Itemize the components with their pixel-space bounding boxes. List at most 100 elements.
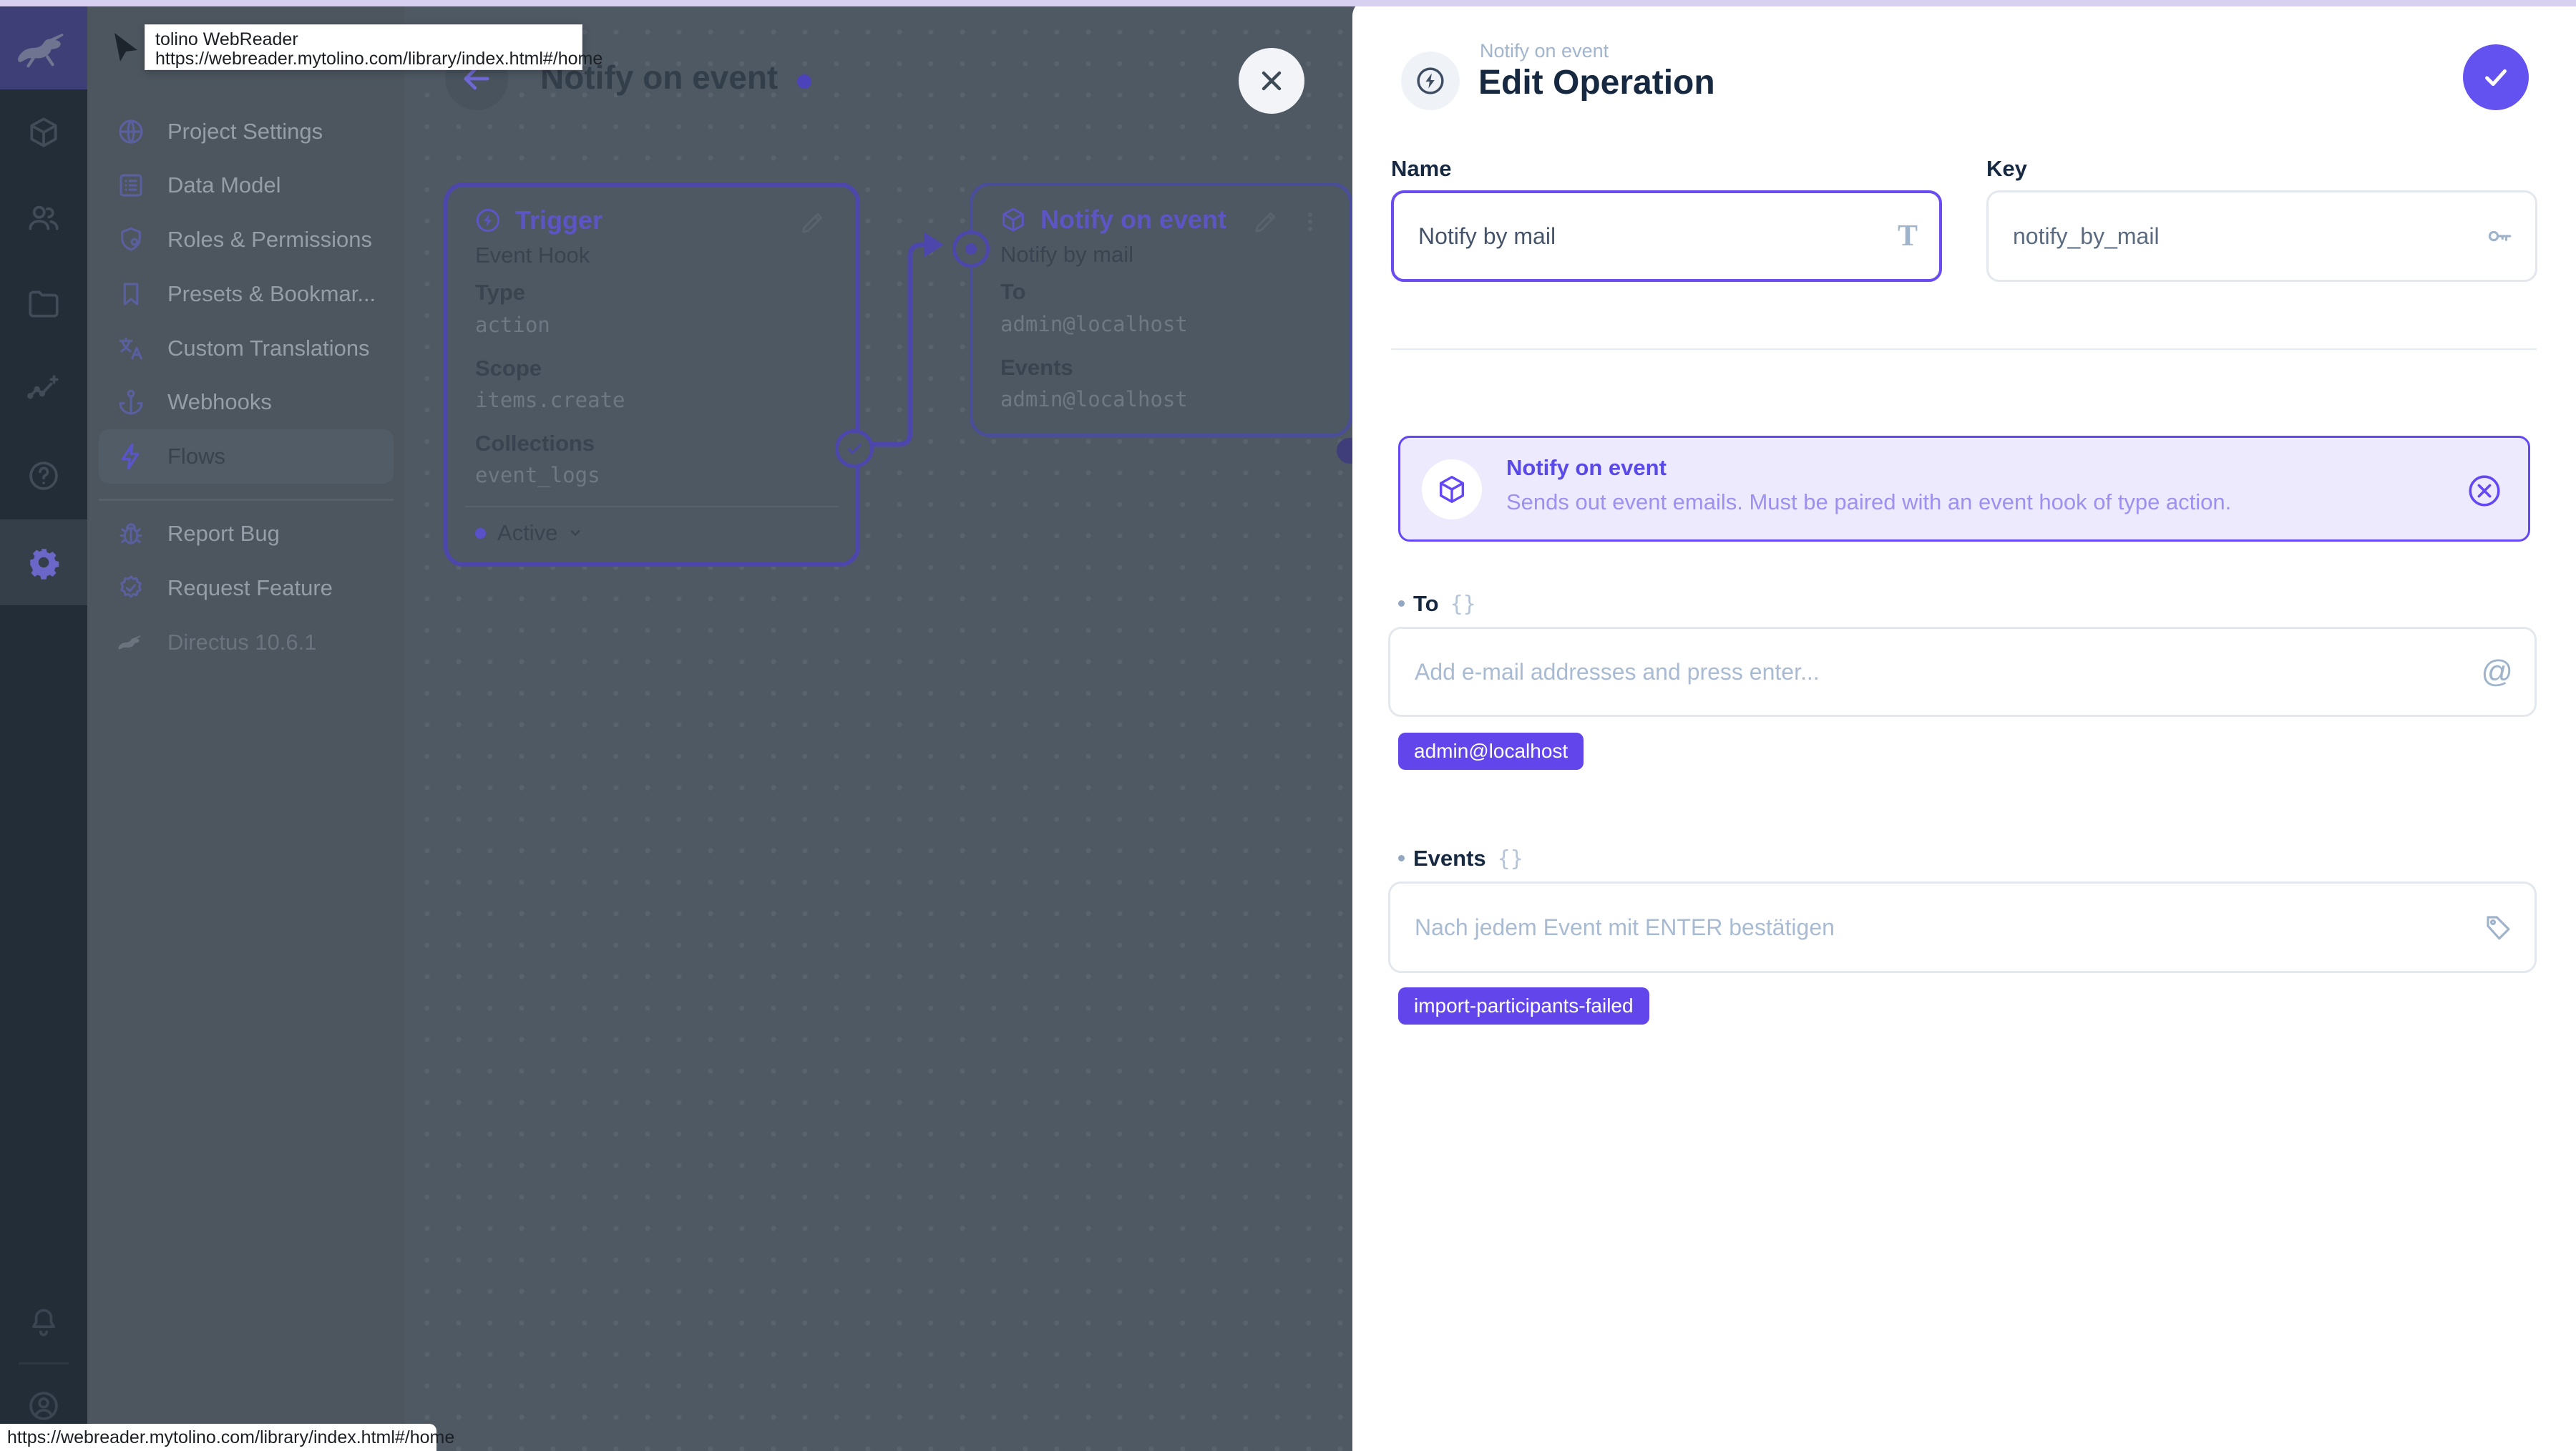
module-files[interactable] — [0, 261, 87, 347]
chevron-down-icon — [571, 530, 580, 537]
operation-type-panel[interactable]: Notify on event Sends out event emails. … — [1398, 436, 2530, 542]
check-icon — [2485, 69, 2507, 87]
to-field-label: To — [1413, 591, 1439, 616]
edit-operation-pencil-icon[interactable] — [1252, 207, 1280, 236]
field-label: Collections — [475, 431, 595, 456]
email-chip[interactable]: admin@localhost — [1398, 733, 1584, 770]
nav-item-roles-permissions[interactable]: Roles & Permissions — [87, 212, 404, 267]
nav-item-project-settings[interactable]: Project Settings — [87, 104, 404, 159]
field-label: Events — [1000, 355, 1073, 380]
nav-item-custom-translations[interactable]: Custom Translations — [87, 321, 404, 376]
drawer-title: Edit Operation — [1478, 64, 1715, 102]
status-url-bar: https://webreader.mytolino.com/library/i… — [0, 1424, 454, 1451]
module-users[interactable] — [0, 175, 87, 261]
nav-item-flows[interactable]: Flows — [87, 429, 404, 484]
name-input[interactable] — [1394, 193, 1939, 279]
avatar-icon — [26, 1388, 62, 1424]
raw-value-icon[interactable]: {} — [1450, 592, 1476, 617]
required-dot — [1398, 600, 1405, 607]
key-input[interactable] — [1989, 192, 2535, 280]
collections-box-icon — [26, 114, 62, 150]
field-value: admin@localhost — [1000, 387, 1188, 411]
translate-icon — [116, 333, 146, 363]
module-insights[interactable] — [0, 347, 87, 433]
event-chip[interactable]: import-participants-failed — [1398, 987, 1649, 1025]
bolt-icon — [116, 441, 146, 472]
events-field-label-row: Events {} — [1398, 846, 1523, 871]
title-format-icon: T — [1897, 220, 1918, 253]
close-drawer-button[interactable] — [1239, 48, 1304, 114]
nav-label: Project Settings — [167, 119, 323, 144]
nav-item-report-bug[interactable]: Report Bug — [87, 507, 404, 561]
node-dot — [965, 243, 977, 255]
cube-icon — [999, 205, 1028, 234]
at-icon: @ — [2481, 654, 2513, 689]
tooltip-title: tolino WebReader — [155, 29, 298, 49]
link-tooltip: tolino WebReader https://webreader.mytol… — [145, 24, 603, 70]
key-field-label: Key — [1986, 156, 2027, 181]
seal-check-icon — [116, 573, 146, 603]
flow-status-toggle[interactable]: Active — [475, 520, 586, 546]
module-content[interactable] — [0, 89, 87, 175]
nav-label: Roles & Permissions — [167, 227, 372, 252]
to-field: @ — [1388, 627, 2537, 717]
help-icon — [26, 458, 62, 494]
check-icon — [847, 443, 862, 454]
directus-logo[interactable] — [0, 6, 87, 89]
operation-card-title: Notify on event — [999, 205, 1226, 235]
edit-trigger-pencil-icon[interactable] — [799, 208, 827, 237]
folder-icon — [26, 286, 62, 322]
operation-name: Notify by mail — [1000, 242, 1134, 267]
field-value: items.create — [475, 388, 625, 412]
operation-menu-kebab-icon[interactable] — [1296, 207, 1324, 236]
field-value: admin@localhost — [1000, 312, 1188, 336]
key-icon — [2484, 221, 2514, 251]
nav-item-request-feature[interactable]: Request Feature — [87, 561, 404, 615]
nav-item-data-model[interactable]: Data Model — [87, 158, 404, 212]
save-button[interactable] — [2463, 44, 2529, 110]
edit-operation-drawer: Notify on event Edit Operation Name T Ke… — [1352, 0, 2576, 1451]
to-field-label-row: To {} — [1398, 591, 1476, 617]
tooltip-url: https://webreader.mytolino.com/library/i… — [155, 49, 603, 69]
trigger-title-text: Trigger — [515, 205, 603, 235]
operation-title-text: Notify on event — [1040, 205, 1227, 234]
bookmark-icon — [116, 279, 146, 309]
panel-description: Sends out event emails. Must be paired w… — [1506, 489, 2232, 514]
events-input[interactable] — [1390, 884, 2534, 971]
rabbit-icon — [18, 34, 64, 68]
bolt-circle-icon — [474, 206, 502, 235]
settings-nav: Project Settings Data Model Roles & Perm… — [87, 6, 404, 1451]
to-input[interactable] — [1390, 629, 2534, 715]
raw-value-icon[interactable]: {} — [1498, 846, 1523, 871]
field-label: Scope — [475, 356, 542, 381]
operation-card[interactable]: Notify on event Notify by mail To admin@… — [952, 182, 1352, 437]
status-label: Active — [497, 520, 558, 545]
nav-version: Directus 10.6.1 — [87, 615, 404, 670]
field-label: Type — [475, 280, 526, 305]
rabbit-small-icon — [116, 627, 146, 658]
nav-item-presets-bookmarks[interactable]: Presets & Bookmar... — [87, 267, 404, 321]
trigger-card[interactable]: Trigger Event Hook Type action Scope ite… — [444, 182, 874, 567]
tag-icon — [2483, 912, 2513, 942]
nav-item-webhooks[interactable]: Webhooks — [87, 375, 404, 429]
shield-icon — [116, 225, 146, 255]
package-icon — [1422, 459, 1482, 519]
nav-label: Data Model — [167, 172, 281, 197]
flow-canvas[interactable]: Notify on event Trigger Event Hook Type … — [404, 6, 1362, 1451]
operation-input-node[interactable] — [952, 230, 990, 268]
bell-icon — [26, 1304, 62, 1340]
events-field-label: Events — [1413, 846, 1486, 871]
deselect-operation-icon[interactable] — [2465, 472, 2504, 510]
notifications-button[interactable] — [0, 1279, 87, 1365]
top-progress-strip — [0, 0, 2576, 6]
nav-label: Presets & Bookmar... — [167, 281, 376, 306]
drawer-divider — [1391, 348, 2537, 350]
anchor-icon — [116, 387, 146, 417]
module-help[interactable] — [0, 433, 87, 519]
mouse-cursor — [112, 31, 142, 66]
events-field — [1388, 881, 2537, 973]
field-value: action — [475, 313, 550, 337]
module-settings[interactable] — [0, 519, 87, 605]
trigger-resolve-node[interactable] — [835, 429, 874, 468]
version-label: Directus 10.6.1 — [167, 630, 317, 655]
